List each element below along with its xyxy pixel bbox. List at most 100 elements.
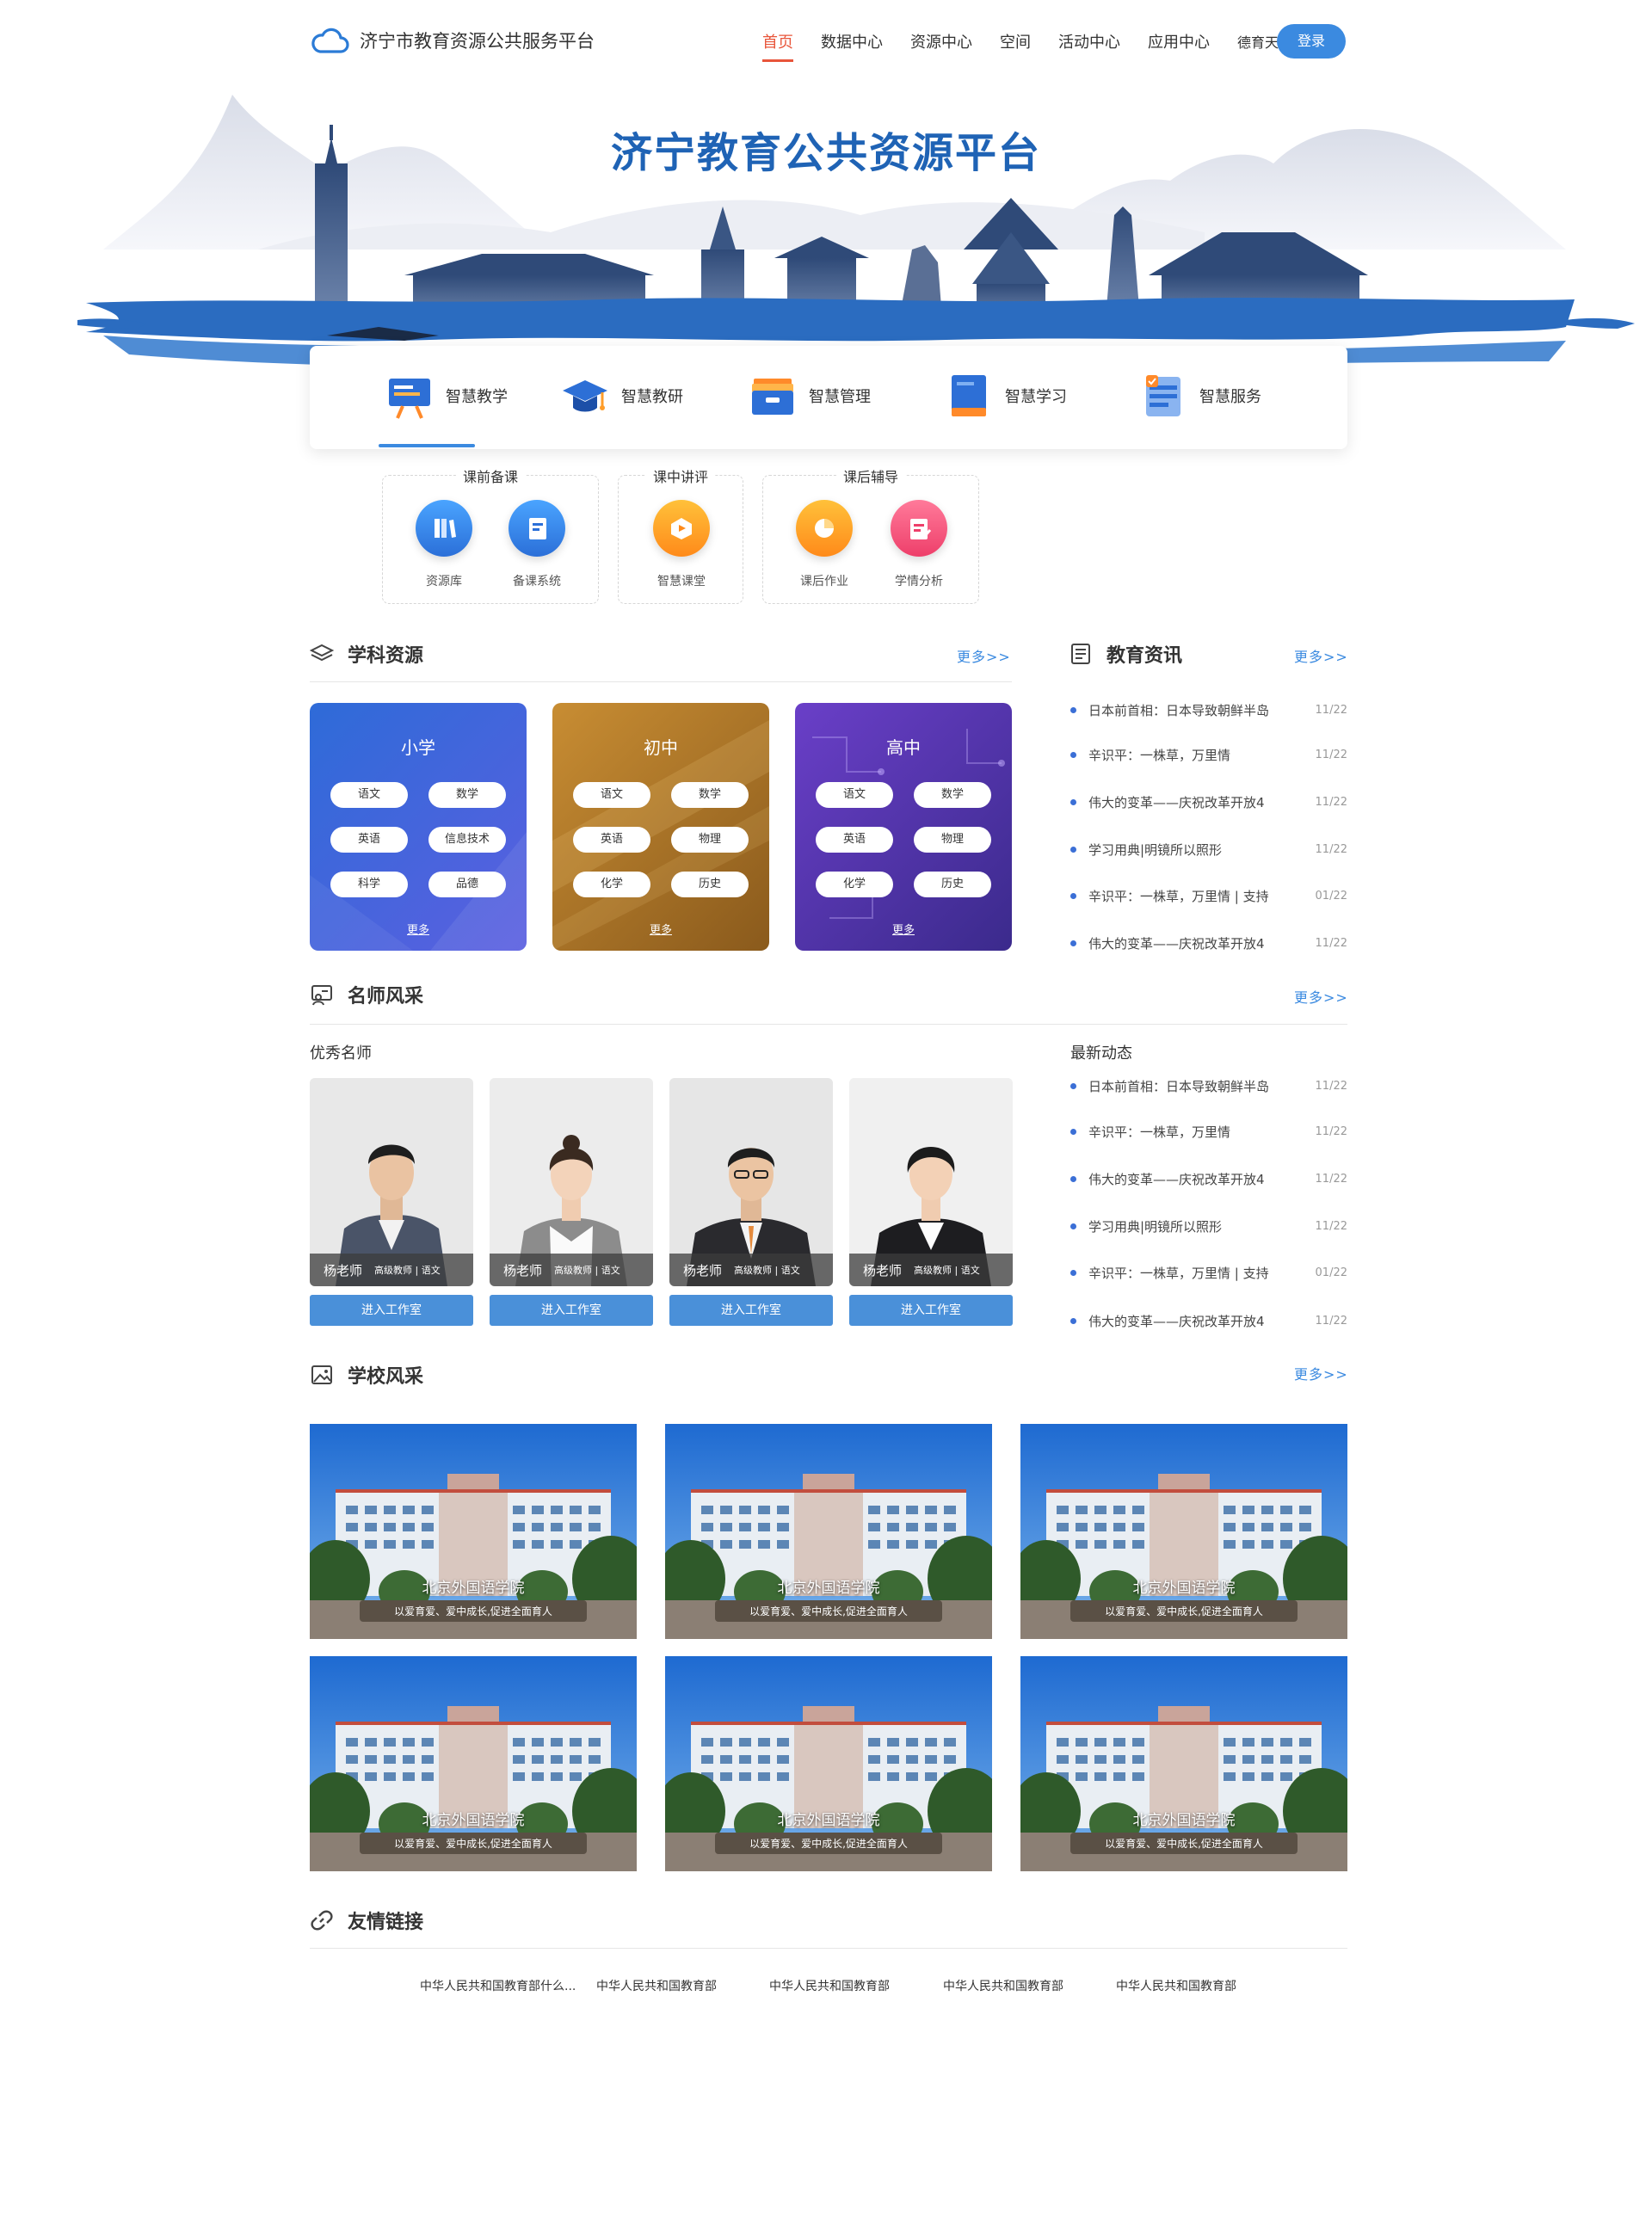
school-card[interactable]: 北京外国语学院 以爱育爱、爱中成长,促进全面育人 bbox=[665, 1656, 992, 1871]
subject-pill[interactable]: 英语 bbox=[573, 827, 650, 853]
sub-item-learning-analysis[interactable]: 学情分析 bbox=[880, 500, 958, 589]
feature-smart-service[interactable]: 智慧服务 bbox=[1137, 372, 1261, 420]
nav-activity-center[interactable]: 活动中心 bbox=[1058, 28, 1120, 59]
news-date: 11/22 bbox=[1315, 703, 1347, 717]
subject-pill[interactable]: 科学 bbox=[330, 872, 408, 897]
subject-pill[interactable]: 语文 bbox=[816, 782, 893, 808]
news-item[interactable]: 伟大的变革——庆祝改革开放4 11/22 bbox=[1070, 930, 1347, 956]
subject-pill[interactable]: 数学 bbox=[428, 782, 506, 808]
cube-icon bbox=[653, 500, 710, 557]
nav-home[interactable]: 首页 bbox=[762, 28, 793, 62]
friendly-link[interactable]: 中华人民共和国教育部 bbox=[769, 1977, 890, 1994]
teacher-card[interactable]: 杨老师 高级教师 | 语文 bbox=[490, 1078, 653, 1286]
teacher-title: 高级教师 | 语文 bbox=[734, 1265, 800, 1276]
schools-more-link[interactable]: 更多>> bbox=[1294, 1363, 1348, 1383]
pie-icon bbox=[796, 500, 853, 557]
news-item[interactable]: 辛识平：一株草，万里情 | 支持 01/22 bbox=[1070, 1260, 1347, 1285]
nav-space[interactable]: 空间 bbox=[1000, 28, 1031, 59]
subject-pill[interactable]: 英语 bbox=[816, 827, 893, 853]
teachers-more-link[interactable]: 更多>> bbox=[1294, 986, 1348, 1007]
news-more-link[interactable]: 更多>> bbox=[1294, 645, 1348, 666]
subject-pill[interactable]: 物理 bbox=[914, 827, 991, 853]
card-more-link[interactable]: 更多 bbox=[310, 921, 527, 937]
teacher-board-icon bbox=[311, 985, 332, 1006]
sub-item-homework[interactable]: 课后作业 bbox=[786, 500, 863, 589]
subject-pill[interactable]: 物理 bbox=[671, 827, 749, 853]
news-title: 伟大的变革——庆祝改革开放4 bbox=[1088, 935, 1265, 952]
bullet bbox=[1070, 1223, 1076, 1229]
news-title: 学习用典|明镜所以照形 bbox=[1088, 841, 1223, 858]
news-item[interactable]: 伟大的变革——庆祝改革开放4 11/22 bbox=[1070, 1308, 1347, 1334]
subject-pill[interactable]: 化学 bbox=[573, 872, 650, 897]
divider bbox=[310, 1948, 1347, 1949]
subject-pill[interactable]: 语文 bbox=[573, 782, 650, 808]
feature-smart-learning[interactable]: 智慧学习 bbox=[943, 372, 1067, 420]
graduation-cap-icon bbox=[563, 380, 607, 412]
news-item[interactable]: 学习用典|明镜所以照形 11/22 bbox=[1070, 836, 1347, 862]
school-card[interactable]: 北京外国语学院 以爱育爱、爱中成长,促进全面育人 bbox=[1020, 1424, 1347, 1639]
nav-app-center[interactable]: 应用中心 bbox=[1148, 28, 1210, 59]
cloud-logo-icon bbox=[311, 28, 349, 53]
school-caption: 北京外国语学院 以爱育爱、爱中成长,促进全面育人 bbox=[1020, 1575, 1347, 1622]
friendly-link[interactable]: 中华人民共和国教育部 bbox=[1116, 1977, 1236, 1994]
news-item[interactable]: 日本前首相：日本导致朝鲜半岛 11/22 bbox=[1070, 697, 1347, 723]
subject-pill[interactable]: 数学 bbox=[914, 782, 991, 808]
sub-item-lesson-prep[interactable]: 备课系统 bbox=[498, 500, 576, 589]
friendly-link[interactable]: 中华人民共和国教育部 bbox=[943, 1977, 1063, 1994]
picture-icon bbox=[311, 1365, 332, 1384]
teacher-card[interactable]: 杨老师 高级教师 | 语文 bbox=[310, 1078, 473, 1286]
card-more-link[interactable]: 更多 bbox=[552, 921, 769, 937]
subject-pill[interactable]: 化学 bbox=[816, 872, 893, 897]
teacher-name: 杨老师 bbox=[503, 1262, 543, 1278]
subjects-more-link[interactable]: 更多>> bbox=[957, 645, 1011, 666]
news-item[interactable]: 伟大的变革——庆祝改革开放4 11/22 bbox=[1070, 789, 1347, 815]
nav-data-center[interactable]: 数据中心 bbox=[821, 28, 883, 59]
feature-active-indicator bbox=[379, 444, 475, 447]
site-title[interactable]: 济宁市教育资源公共服务平台 bbox=[360, 26, 595, 57]
school-card[interactable]: 北京外国语学院 以爱育爱、爱中成长,促进全面育人 bbox=[310, 1424, 637, 1639]
school-card[interactable]: 北京外国语学院 以爱育爱、爱中成长,促进全面育人 bbox=[310, 1656, 637, 1871]
news-item[interactable]: 学习用典|明镜所以照形 11/22 bbox=[1070, 1213, 1347, 1239]
nav-resource-center[interactable]: 资源中心 bbox=[910, 28, 972, 59]
card-title: 高中 bbox=[886, 737, 921, 758]
sub-box-title: 课后辅导 bbox=[835, 469, 905, 485]
bullet bbox=[1070, 940, 1076, 946]
school-card[interactable]: 北京外国语学院 以爱育爱、爱中成长,促进全面育人 bbox=[665, 1424, 992, 1639]
news-item[interactable]: 辛识平：一株草，万里情 | 支持 01/22 bbox=[1070, 883, 1347, 909]
teacher-card[interactable]: 杨老师 高级教师 | 语文 bbox=[669, 1078, 833, 1286]
friendly-link[interactable]: 中华人民共和国教育部 bbox=[596, 1977, 717, 1994]
subject-pill[interactable]: 信息技术 bbox=[428, 827, 506, 853]
enter-studio-button[interactable]: 进入工作室 bbox=[669, 1295, 833, 1326]
enter-studio-button[interactable]: 进入工作室 bbox=[849, 1295, 1013, 1326]
sub-item-label: 学情分析 bbox=[895, 575, 943, 588]
subject-pill[interactable]: 历史 bbox=[914, 872, 991, 897]
news-item[interactable]: 日本前首相：日本导致朝鲜半岛 11/22 bbox=[1070, 1073, 1347, 1099]
friendly-link[interactable]: 中华人民共和国教育部什么... bbox=[420, 1977, 576, 1994]
sub-box-in-class: 课中讲评 智慧课堂 bbox=[618, 469, 743, 604]
news-title: 伟大的变革——庆祝改革开放4 bbox=[1088, 1171, 1265, 1187]
news-item[interactable]: 辛识平：一株草，万里情 11/22 bbox=[1070, 1118, 1347, 1144]
sub-box-title: 课中讲评 bbox=[645, 469, 715, 485]
news-item[interactable]: 伟大的变革——庆祝改革开放4 11/22 bbox=[1070, 1166, 1347, 1192]
sub-item-resource-library[interactable]: 资源库 bbox=[405, 500, 483, 589]
school-card[interactable]: 北京外国语学院 以爱育爱、爱中成长,促进全面育人 bbox=[1020, 1656, 1347, 1871]
subject-pill[interactable]: 历史 bbox=[671, 872, 749, 897]
enter-studio-button[interactable]: 进入工作室 bbox=[490, 1295, 653, 1326]
card-more-link[interactable]: 更多 bbox=[795, 921, 1012, 937]
subject-pill[interactable]: 英语 bbox=[330, 827, 408, 853]
login-button[interactable]: 登录 bbox=[1277, 24, 1346, 59]
news-item[interactable]: 辛识平：一株草，万里情 11/22 bbox=[1070, 742, 1347, 767]
subject-pill[interactable]: 数学 bbox=[671, 782, 749, 808]
easel-icon bbox=[389, 379, 430, 419]
feature-label: 智慧教学 bbox=[446, 388, 508, 406]
sub-item-smart-classroom[interactable]: 智慧课堂 bbox=[643, 500, 720, 589]
bullet bbox=[1070, 1082, 1076, 1089]
feature-smart-research[interactable]: 智慧教研 bbox=[559, 372, 683, 420]
subject-pill[interactable]: 品德 bbox=[428, 872, 506, 897]
teacher-card[interactable]: 杨老师 高级教师 | 语文 bbox=[849, 1078, 1013, 1286]
subjects-section-header: 学科资源 bbox=[310, 637, 423, 671]
feature-smart-management[interactable]: 智慧管理 bbox=[747, 372, 871, 420]
subject-pill[interactable]: 语文 bbox=[330, 782, 408, 808]
enter-studio-button[interactable]: 进入工作室 bbox=[310, 1295, 473, 1326]
feature-smart-teaching[interactable]: 智慧教学 bbox=[384, 372, 508, 420]
